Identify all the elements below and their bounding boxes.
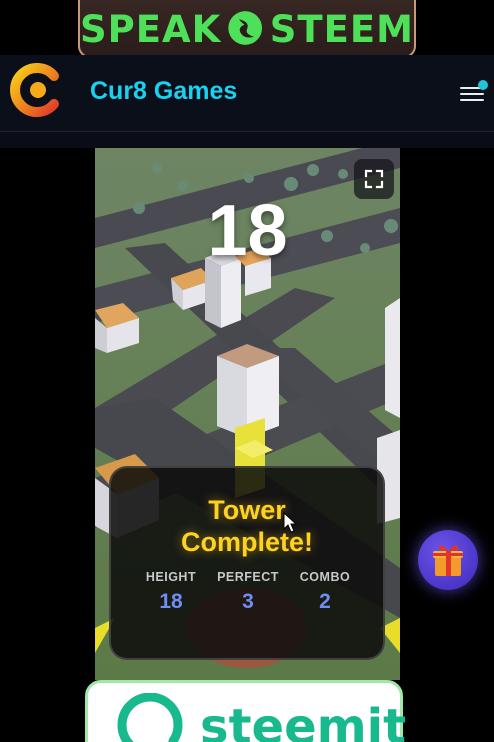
steem-logo-icon xyxy=(228,11,263,45)
notification-dot xyxy=(478,80,488,90)
panel-title: Tower Complete! xyxy=(111,494,383,558)
mouse-cursor-icon xyxy=(283,512,297,533)
gift-button[interactable] xyxy=(418,530,478,590)
panel-title-line1: Tower xyxy=(208,495,286,525)
banner-left-word: SPEAK xyxy=(80,7,222,51)
score-counter: 18 xyxy=(207,191,288,271)
header-subbar xyxy=(0,132,494,148)
speak-steem-banner[interactable]: SPEAK STEEM xyxy=(78,0,416,58)
stat-combo: COMBO 2 xyxy=(280,570,370,614)
hamburger-menu-icon[interactable] xyxy=(460,79,488,107)
steemit-brand-text: steemit xyxy=(200,699,407,742)
steemit-banner[interactable]: steemit xyxy=(85,680,407,742)
stat-combo-label: COMBO xyxy=(299,570,351,584)
site-header: Cur8 Games xyxy=(0,55,494,132)
site-title[interactable]: Cur8 Games xyxy=(90,77,237,106)
panel-title-line2: Complete! xyxy=(180,527,313,557)
steemit-logo-icon xyxy=(117,693,183,742)
game-canvas[interactable]: 18 Tower Complete! HEIGHT 18 PERFECT 3 C… xyxy=(95,148,400,680)
cur8-logo-icon[interactable] xyxy=(10,62,66,118)
stat-combo-value: 2 xyxy=(319,590,331,613)
tower-complete-panel: Tower Complete! HEIGHT 18 PERFECT 3 COMB… xyxy=(109,466,385,660)
banner-right-word: STEEM xyxy=(269,7,414,51)
gift-icon xyxy=(433,545,463,576)
